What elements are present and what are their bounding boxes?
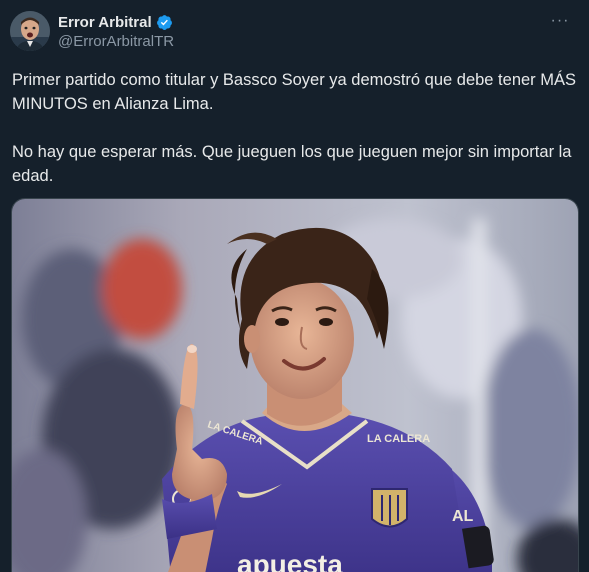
- tweet-paragraph-1: Primer partido como titular y Bassco Soy…: [12, 71, 577, 113]
- tweet-header: Error Arbitral @ErrorArbitralTR ···: [10, 10, 575, 54]
- jersey-text-right: LA CALERA: [367, 433, 430, 445]
- author-handle[interactable]: @ErrorArbitralTR: [58, 33, 174, 50]
- display-name[interactable]: Error Arbitral: [58, 14, 152, 31]
- tweet-paragraph-2: No hay que esperar más. Que jueguen los …: [12, 143, 572, 185]
- collar-text: AL: [452, 508, 474, 525]
- avatar[interactable]: [10, 11, 50, 51]
- avatar-icon: [10, 11, 50, 51]
- more-icon[interactable]: ···: [549, 13, 571, 32]
- author-names: Error Arbitral @ErrorArbitralTR: [58, 12, 174, 51]
- tweet-text: Primer partido como titular y Bassco Soy…: [12, 68, 582, 188]
- player-photo: LA CALERA LA CALERA apuesta AL: [12, 199, 578, 572]
- tweet-card: Error Arbitral @ErrorArbitralTR ··· Prim…: [0, 0, 589, 572]
- tweet-media-photo[interactable]: LA CALERA LA CALERA apuesta AL: [11, 198, 579, 572]
- verified-badge-icon: [156, 14, 172, 30]
- sponsor-text: apuesta: [237, 549, 343, 572]
